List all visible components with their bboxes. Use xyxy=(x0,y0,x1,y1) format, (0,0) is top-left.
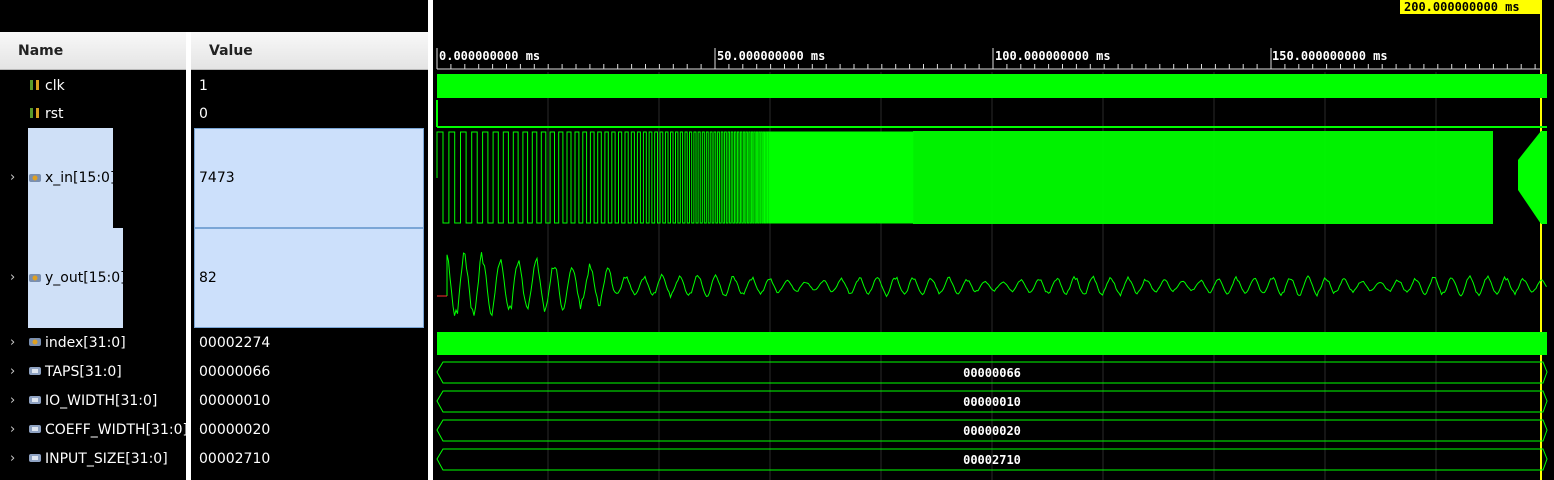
parameter-bus-icon xyxy=(29,367,41,375)
tick-label: 150.000000000 ms xyxy=(1272,49,1388,63)
chevron-right-icon[interactable]: › xyxy=(10,418,15,442)
signal-row-io-width[interactable]: › IO_WIDTH[31:0] 00000010 xyxy=(0,389,428,413)
parameter-bus-icon xyxy=(29,396,41,404)
bus-value-label: 00000020 xyxy=(963,424,1021,438)
bus-signal-icon xyxy=(29,274,41,282)
signal-name: IO_WIDTH[31:0] xyxy=(45,393,158,409)
signal-name: index[31:0] xyxy=(45,335,126,351)
signal-value: 00000066 xyxy=(199,364,271,380)
parameter-bus-icon xyxy=(29,425,41,433)
waveform-canvas[interactable]: 0.000000000 ms 50.000000000 ms 100.00000… xyxy=(433,0,1554,480)
chevron-right-icon[interactable]: › xyxy=(10,389,15,413)
signal-row-index[interactable]: › index[31:0] 00002274 xyxy=(0,331,428,355)
signal-row-clk[interactable]: clk 1 xyxy=(0,74,428,98)
signal-value: 7473 xyxy=(199,170,235,186)
clk-waveform xyxy=(437,74,1547,98)
signal-value: 0 xyxy=(199,106,208,122)
tick-label: 50.000000000 ms xyxy=(717,49,825,63)
signal-name: clk xyxy=(45,78,65,94)
signal-name: x_in[15:0] xyxy=(45,170,116,186)
bus-value-label: 00002710 xyxy=(963,453,1021,467)
signal-value: 00000020 xyxy=(199,422,271,438)
chevron-right-icon[interactable]: › xyxy=(10,331,15,355)
chevron-right-icon[interactable]: › xyxy=(10,128,15,228)
signal-name: INPUT_SIZE[31:0] xyxy=(45,451,168,467)
index-waveform xyxy=(437,332,1547,355)
bus-value-label: 00000010 xyxy=(963,395,1021,409)
parameter-bus-icon xyxy=(29,454,41,462)
signal-value: 00000010 xyxy=(199,393,271,409)
value-column-header[interactable]: Value xyxy=(191,32,428,70)
bus-signal-icon xyxy=(29,338,41,346)
logic-signal-icon xyxy=(30,80,39,90)
signal-value: 00002274 xyxy=(199,335,271,351)
signal-row-taps[interactable]: › TAPS[31:0] 00000066 xyxy=(0,360,428,384)
signal-row-rst[interactable]: rst 0 xyxy=(0,102,428,126)
chevron-right-icon[interactable]: › xyxy=(10,228,15,328)
bus-signal-icon xyxy=(29,174,41,182)
chevron-right-icon[interactable]: › xyxy=(10,360,15,384)
name-column-header[interactable]: Name xyxy=(0,32,186,70)
tick-label: 0.000000000 ms xyxy=(439,49,540,63)
signal-row-y-out[interactable]: › y_out[15:0] 82 xyxy=(0,228,428,328)
signal-name: TAPS[31:0] xyxy=(45,364,122,380)
signal-name: rst xyxy=(45,106,64,122)
signal-value: 00002710 xyxy=(199,451,271,467)
signal-row-coeff-width[interactable]: › COEFF_WIDTH[31:0] 00000020 xyxy=(0,418,428,442)
signal-list-pane: Name Value clk 1 rst 0 › x_in[15:0] 7473… xyxy=(0,0,428,480)
cursor-time-label: 200.000000000 ms xyxy=(1404,0,1520,14)
logic-signal-icon xyxy=(30,108,39,118)
signal-row-input-size[interactable]: › INPUT_SIZE[31:0] 00002710 xyxy=(0,447,428,471)
signal-name: y_out[15:0] xyxy=(45,270,126,286)
signal-row-x-in[interactable]: › x_in[15:0] 7473 xyxy=(0,128,428,228)
tick-label: 100.000000000 ms xyxy=(995,49,1111,63)
signal-name: COEFF_WIDTH[31:0] xyxy=(45,422,188,438)
signal-value: 82 xyxy=(199,270,217,286)
bus-value-label: 00000066 xyxy=(963,366,1021,380)
signal-value: 1 xyxy=(199,78,208,94)
chevron-right-icon[interactable]: › xyxy=(10,447,15,471)
